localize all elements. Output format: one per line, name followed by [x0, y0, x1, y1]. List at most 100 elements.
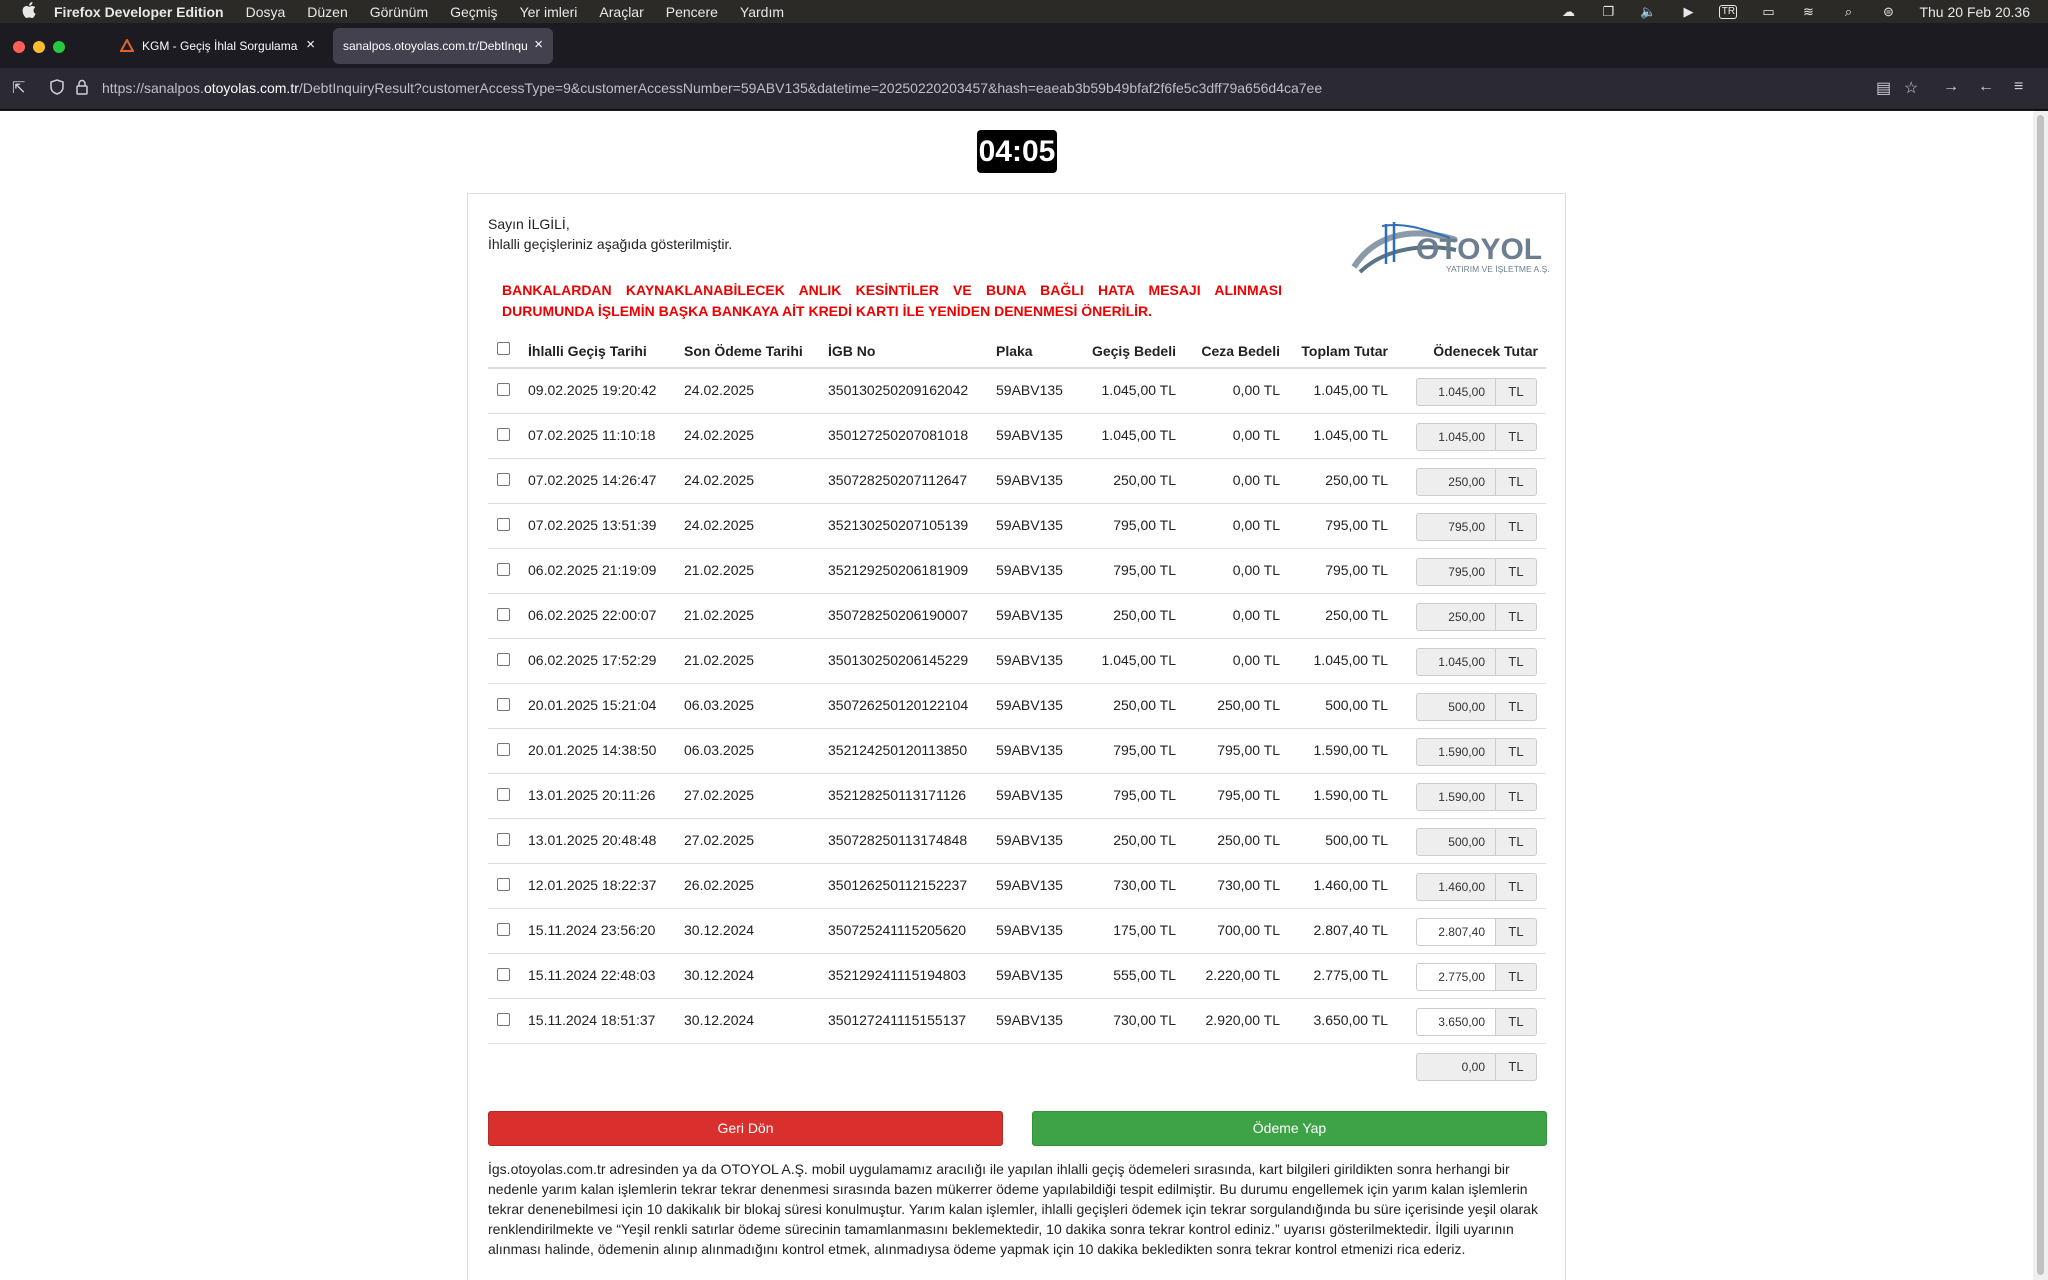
- volume-icon[interactable]: 🔈: [1639, 4, 1657, 19]
- forward-arrow-icon[interactable]: →: [1943, 78, 1959, 96]
- greeting-salutation: Sayın İLGİLİ,: [488, 216, 570, 232]
- close-window-button[interactable]: [13, 41, 25, 53]
- menu-edit[interactable]: Düzen: [307, 4, 347, 20]
- creative-cloud-icon[interactable]: ☁: [1559, 4, 1577, 19]
- status-icons: ☁ ❐ 🔈 ▶ TR ▭ ≋ ⌕ ⊜ Thu 20 Feb 20.36: [1559, 0, 2030, 23]
- row-checkbox[interactable]: [497, 788, 510, 801]
- menu-history[interactable]: Geçmiş: [450, 4, 497, 20]
- plate: 59ABV135: [996, 697, 1063, 713]
- violation-date: 13.01.2025 20:11:26: [528, 787, 656, 803]
- currency-label: TL: [1495, 873, 1537, 901]
- table-row: 13.01.2025 20:11:26 27.02.2025 35212825011…: [488, 774, 1546, 819]
- menubar-clock[interactable]: Thu 20 Feb 20.36: [1919, 4, 2030, 20]
- pass-fee: 1.045,00 TL: [1101, 652, 1176, 668]
- reader-view-icon[interactable]: ▤: [1876, 78, 1891, 98]
- tab-close-icon[interactable]: ×: [306, 36, 315, 53]
- row-checkbox[interactable]: [497, 518, 510, 531]
- currency-label: TL: [1495, 378, 1537, 406]
- row-checkbox[interactable]: [497, 563, 510, 576]
- due-date: 21.02.2025: [684, 652, 755, 668]
- menu-app-name[interactable]: Firefox Developer Edition: [54, 4, 224, 20]
- bookmark-star-icon[interactable]: ☆: [1904, 78, 1918, 98]
- header-plate: Plaka: [996, 343, 1033, 359]
- due-date: 21.02.2025: [684, 607, 755, 623]
- tracking-protection-shield-icon[interactable]: [50, 79, 64, 100]
- table-row: 15.11.2024 18:51:37 30.12.2024 35012724111…: [488, 999, 1546, 1044]
- apple-icon[interactable]: [22, 1, 42, 22]
- total-amount: 2.807,40 TL: [1313, 922, 1388, 938]
- fine-amount: 795,00 TL: [1217, 787, 1280, 803]
- spotlight-search-icon[interactable]: ⌕: [1839, 4, 1857, 19]
- battery-icon[interactable]: ▭: [1759, 4, 1777, 19]
- row-checkbox[interactable]: [497, 473, 510, 486]
- igb-number: 352124250120113850: [828, 742, 968, 758]
- currency-label: TL: [1495, 918, 1537, 946]
- total-amount: 795,00 TL: [1325, 562, 1388, 578]
- go-back-button[interactable]: Geri Dön: [488, 1111, 1003, 1146]
- fine-amount: 0,00 TL: [1232, 607, 1280, 623]
- menu-file[interactable]: Dosya: [246, 4, 286, 20]
- minimize-window-button[interactable]: [33, 41, 45, 53]
- page-scrollbar[interactable]: [2033, 111, 2048, 1280]
- macos-menubar: Firefox Developer Edition Dosya Düzen Gö…: [0, 0, 2048, 23]
- lock-icon[interactable]: [76, 79, 88, 100]
- table-header: İhlalli Geçiş Tarihi Son Ödeme Tarihi İG…: [488, 331, 1546, 369]
- menu-help[interactable]: Yardım: [740, 4, 784, 20]
- grand-total-currency: TL: [1495, 1053, 1537, 1081]
- currency-label: TL: [1495, 423, 1537, 451]
- plate: 59ABV135: [996, 787, 1063, 803]
- total-amount: 3.650,00 TL: [1313, 1012, 1388, 1028]
- menu-tools[interactable]: Araçlar: [599, 4, 643, 20]
- row-checkbox[interactable]: [497, 968, 510, 981]
- control-center-icon[interactable]: ⊜: [1879, 4, 1897, 19]
- scrollbar-thumb[interactable]: [2037, 115, 2044, 1275]
- row-checkbox[interactable]: [497, 383, 510, 396]
- wifi-icon[interactable]: ≋: [1799, 4, 1817, 19]
- row-checkbox[interactable]: [497, 653, 510, 666]
- amount-to-pay-field: 250,00: [1416, 603, 1496, 631]
- amount-to-pay-field[interactable]: 3.650,00: [1416, 1008, 1496, 1036]
- menu-bookmarks[interactable]: Yer imleri: [520, 4, 578, 20]
- zoom-window-button[interactable]: [53, 41, 65, 53]
- play-icon[interactable]: ▶: [1679, 4, 1697, 19]
- tab-sanalpos[interactable]: sanalpos.otoyolas.com.tr/DebtInquiryResu…: [333, 28, 553, 64]
- amount-to-pay-field[interactable]: 2.807,40: [1416, 918, 1496, 946]
- igb-number: 350130250206145229: [828, 652, 969, 668]
- igb-number: 352128250113171126: [828, 787, 967, 803]
- url-text[interactable]: https://sanalpos.otoyolas.com.tr/DebtInq…: [102, 80, 1322, 96]
- due-date: 24.02.2025: [684, 517, 755, 533]
- amount-to-pay-field[interactable]: 2.775,00: [1416, 963, 1496, 991]
- input-source-indicator[interactable]: TR: [1719, 4, 1738, 19]
- tab-kgm[interactable]: KGM - Geçiş İhlal Sorgulama ×: [110, 28, 325, 64]
- sidebar-toggle-icon[interactable]: ⇱: [12, 78, 25, 98]
- window-stack-icon[interactable]: ❐: [1599, 4, 1617, 19]
- row-checkbox[interactable]: [497, 428, 510, 441]
- menu-view[interactable]: Görünüm: [370, 4, 428, 20]
- due-date: 21.02.2025: [684, 562, 755, 578]
- row-checkbox[interactable]: [497, 833, 510, 846]
- row-checkbox[interactable]: [497, 878, 510, 891]
- violation-date: 15.11.2024 22:48:03: [528, 967, 656, 983]
- url-bar[interactable]: https://sanalpos.otoyolas.com.tr/DebtInq…: [40, 72, 1958, 104]
- menu-hamburger-icon[interactable]: ≡: [2014, 78, 2023, 96]
- menu-window[interactable]: Pencere: [666, 4, 718, 20]
- row-checkbox[interactable]: [497, 698, 510, 711]
- pass-fee: 730,00 TL: [1113, 1012, 1176, 1028]
- row-checkbox[interactable]: [497, 923, 510, 936]
- igb-number: 350127241115155137: [828, 1012, 967, 1028]
- select-all-checkbox[interactable]: [497, 342, 510, 355]
- tab-close-icon[interactable]: ×: [534, 36, 543, 53]
- amount-to-pay-field: 1.460,00: [1416, 873, 1496, 901]
- row-checkbox[interactable]: [497, 608, 510, 621]
- row-checkbox[interactable]: [497, 1013, 510, 1026]
- make-payment-button[interactable]: Ödeme Yap: [1032, 1111, 1547, 1146]
- row-checkbox[interactable]: [497, 743, 510, 756]
- amount-to-pay-field: 795,00: [1416, 558, 1496, 586]
- fine-amount: 0,00 TL: [1232, 427, 1280, 443]
- session-countdown-timer: 04:05: [977, 130, 1057, 173]
- back-arrow-icon[interactable]: ←: [1978, 78, 1994, 96]
- currency-label: TL: [1495, 738, 1537, 766]
- amount-to-pay-field: 1.045,00: [1416, 648, 1496, 676]
- violation-date: 06.02.2025 17:52:29: [528, 652, 657, 668]
- table-row: 07.02.2025 13:51:39 24.02.2025 35213025020…: [488, 504, 1546, 549]
